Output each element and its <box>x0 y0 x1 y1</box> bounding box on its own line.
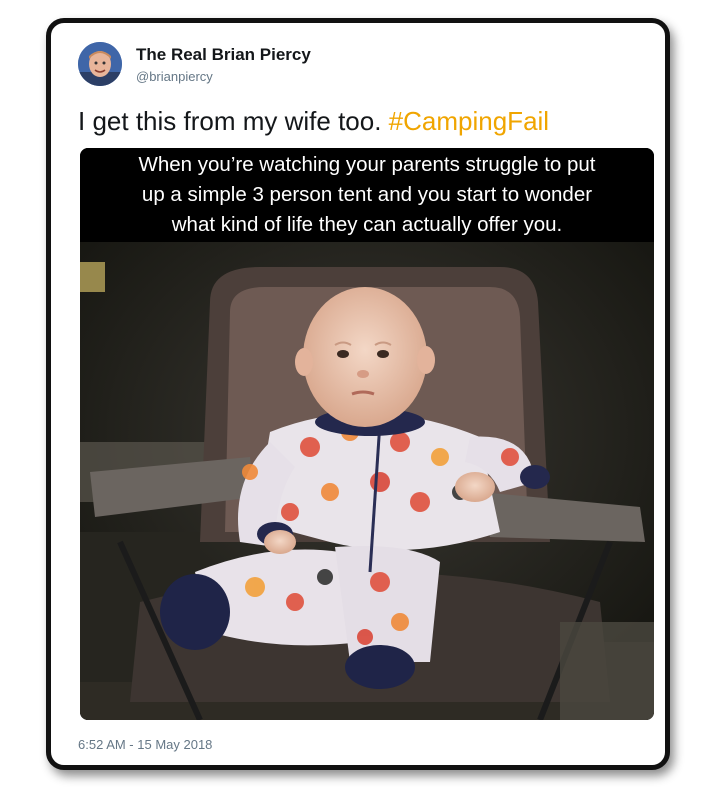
tweet: The Real Brian Piercy @brianpiercy I get… <box>66 34 656 752</box>
tweet-media[interactable]: When you’re watching your parents strugg… <box>80 148 654 720</box>
caption-line: up a simple 3 person tent and you start … <box>141 183 593 206</box>
hashtag-link[interactable]: #CampingFail <box>389 106 549 136</box>
tweet-text: I get this from my wife too. #CampingFai… <box>78 106 549 137</box>
user-handle[interactable]: @brianpiercy <box>136 69 213 84</box>
tweet-timestamp[interactable]: 6:52 AM - 15 May 2018 <box>78 737 212 752</box>
tweet-body: I get this from my wife too. <box>78 106 382 136</box>
display-name[interactable]: The Real Brian Piercy <box>136 45 311 65</box>
tweet-header: The Real Brian Piercy @brianpiercy <box>66 34 656 94</box>
meme-caption: When you’re watching your parents strugg… <box>80 148 654 242</box>
caption-line: When you’re watching your parents strugg… <box>138 153 596 176</box>
avatar[interactable] <box>78 42 122 86</box>
baby-photo <box>80 242 654 720</box>
avatar-image <box>78 42 122 86</box>
caption-line: what kind of life they can actually offe… <box>171 213 563 236</box>
